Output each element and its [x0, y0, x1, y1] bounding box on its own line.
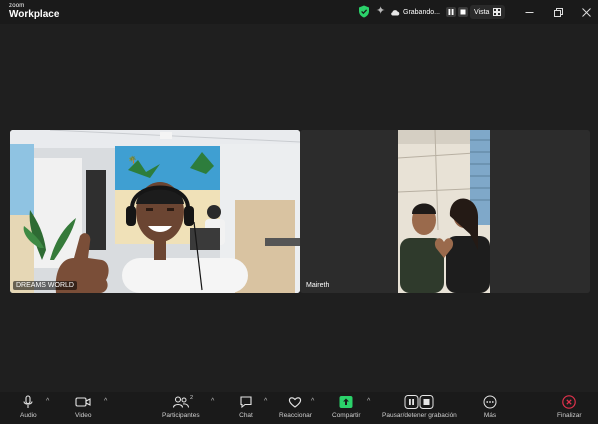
- video-tile-maireth[interactable]: Maireth: [300, 130, 590, 293]
- minimize-icon: [525, 11, 533, 13]
- meeting-toolbar: Audio ^ Video ^ Participantes 2 ^ Chat ^: [0, 392, 598, 424]
- minimize-button[interactable]: [522, 5, 536, 19]
- stop-recording-button[interactable]: [457, 7, 468, 17]
- app-logo: zoom Workplace: [9, 3, 59, 20]
- svg-text:🌴: 🌴: [128, 155, 137, 164]
- video-label: Video: [75, 412, 92, 419]
- react-options-chevron-icon[interactable]: ^: [311, 398, 314, 405]
- end-label: Finalizar: [557, 412, 582, 419]
- react-label: Reaccionar: [279, 412, 312, 419]
- security-shield-icon[interactable]: [358, 5, 370, 23]
- close-icon: [581, 7, 591, 17]
- end-meeting-button[interactable]: Finalizar: [557, 395, 582, 419]
- title-bar: zoom Workplace ✦ Grabando... Vista: [0, 0, 598, 24]
- audio-options-chevron-icon[interactable]: ^: [46, 398, 49, 405]
- video-options-chevron-icon[interactable]: ^: [104, 398, 107, 405]
- record-controls-icon: [404, 395, 434, 409]
- participants-icon: [172, 396, 189, 408]
- more-label: Más: [483, 412, 497, 419]
- participants-button[interactable]: Participantes: [162, 395, 200, 419]
- participants-label: Participantes: [162, 412, 200, 419]
- view-button[interactable]: Vista: [470, 3, 506, 21]
- participants-count: 2: [190, 395, 194, 401]
- video-tile-dreams-world[interactable]: 🌴 DREAMS WORLD: [10, 130, 300, 293]
- video-camera-icon: [75, 397, 91, 407]
- pause-icon: [448, 9, 454, 15]
- recording-indicator: Grabando...: [390, 5, 468, 19]
- share-screen-button[interactable]: Compartir: [332, 395, 361, 419]
- chat-label: Chat: [239, 412, 253, 419]
- chat-button[interactable]: Chat: [239, 395, 253, 419]
- more-options-icon: [483, 395, 497, 409]
- share-label: Compartir: [332, 412, 361, 419]
- end-call-icon: [562, 395, 577, 409]
- video-button[interactable]: Video: [75, 395, 92, 419]
- microphone-icon: [23, 395, 33, 408]
- share-screen-icon: [339, 396, 353, 408]
- participant-video-feed: [300, 130, 590, 293]
- participant-video-feed: 🌴: [10, 130, 300, 293]
- view-label: Vista: [474, 8, 490, 16]
- grid-view-icon: [493, 3, 502, 21]
- more-button[interactable]: Más: [483, 395, 497, 419]
- close-button[interactable]: [579, 5, 593, 19]
- audio-label: Audio: [20, 412, 37, 419]
- restore-button[interactable]: [551, 5, 565, 19]
- recording-status: Grabando...: [403, 8, 440, 16]
- pause-stop-recording-button[interactable]: Pausar/detener grabación: [382, 395, 457, 419]
- cloud-icon: [390, 3, 400, 21]
- heart-icon: [289, 397, 302, 408]
- stop-icon: [460, 9, 466, 15]
- chat-bubble-icon: [240, 396, 252, 409]
- share-options-chevron-icon[interactable]: ^: [367, 398, 370, 405]
- participant-name: DREAMS WORLD: [13, 281, 77, 290]
- participant-name: Maireth: [306, 282, 330, 289]
- pause-recording-button[interactable]: [445, 7, 456, 17]
- audio-button[interactable]: Audio: [20, 395, 37, 419]
- meeting-area: 🌴 DREAMS WORLD Maireth: [0, 24, 598, 392]
- participants-options-chevron-icon[interactable]: ^: [211, 398, 214, 405]
- chat-options-chevron-icon[interactable]: ^: [264, 398, 267, 405]
- logo-workplace: Workplace: [9, 9, 60, 20]
- restore-icon: [553, 7, 563, 17]
- ai-companion-icon[interactable]: ✦: [376, 6, 385, 17]
- record-label: Pausar/detener grabación: [382, 412, 457, 419]
- react-button[interactable]: Reaccionar: [279, 395, 312, 419]
